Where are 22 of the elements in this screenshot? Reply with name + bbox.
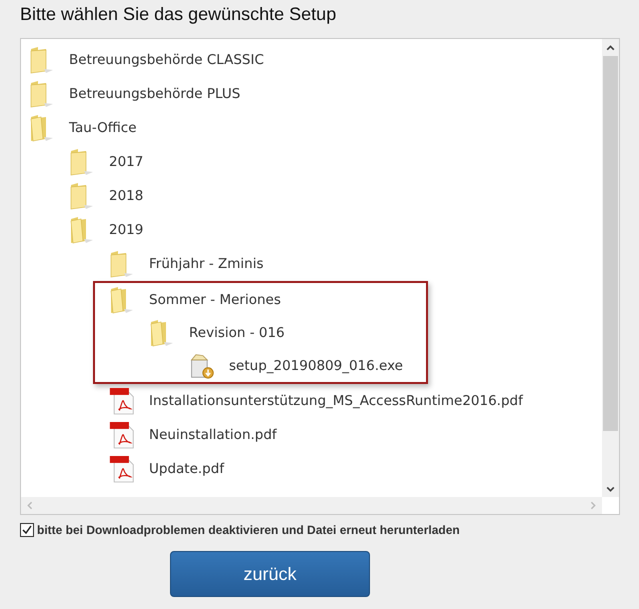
- tree-item[interactable]: Betreuungsbehörde CLASSIC: [69, 52, 264, 68]
- vertical-scrollbar[interactable]: [602, 39, 619, 497]
- tree-item[interactable]: Tau-Office: [69, 120, 136, 136]
- pdf-icon: [109, 454, 135, 484]
- tree-item[interactable]: Installationsunterstützung_MS_AccessRuntime2016.pdf: [149, 393, 523, 409]
- tree-item[interactable]: Betreuungsbehörde PLUS: [69, 86, 240, 102]
- tree-item[interactable]: Revision - 016: [189, 324, 285, 340]
- checkbox-label: bitte bei Downloadproblemen deaktivieren und Datei erneut herunterladen: [37, 523, 460, 537]
- pdf-icon: [109, 420, 135, 450]
- horizontal-scrollbar[interactable]: [21, 497, 602, 514]
- pdf-icon: [109, 386, 135, 416]
- tree-item[interactable]: 2017: [109, 154, 144, 170]
- tree-item[interactable]: Neuinstallation.pdf: [149, 427, 277, 443]
- tree-item[interactable]: 2019: [109, 222, 144, 238]
- back-button[interactable]: zurück: [170, 551, 370, 597]
- tree-item[interactable]: setup_20190809_016.exe: [229, 358, 403, 374]
- page-title: Bitte wählen Sie das gewünschte Setup: [20, 3, 338, 26]
- tree-item[interactable]: Frühjahr - Zminis: [149, 256, 264, 272]
- tree-item[interactable]: Update.pdf: [149, 461, 224, 477]
- tree-item[interactable]: Sommer - Meriones: [149, 292, 281, 308]
- checkbox[interactable]: [20, 523, 34, 537]
- tree-item[interactable]: 2018: [109, 188, 144, 204]
